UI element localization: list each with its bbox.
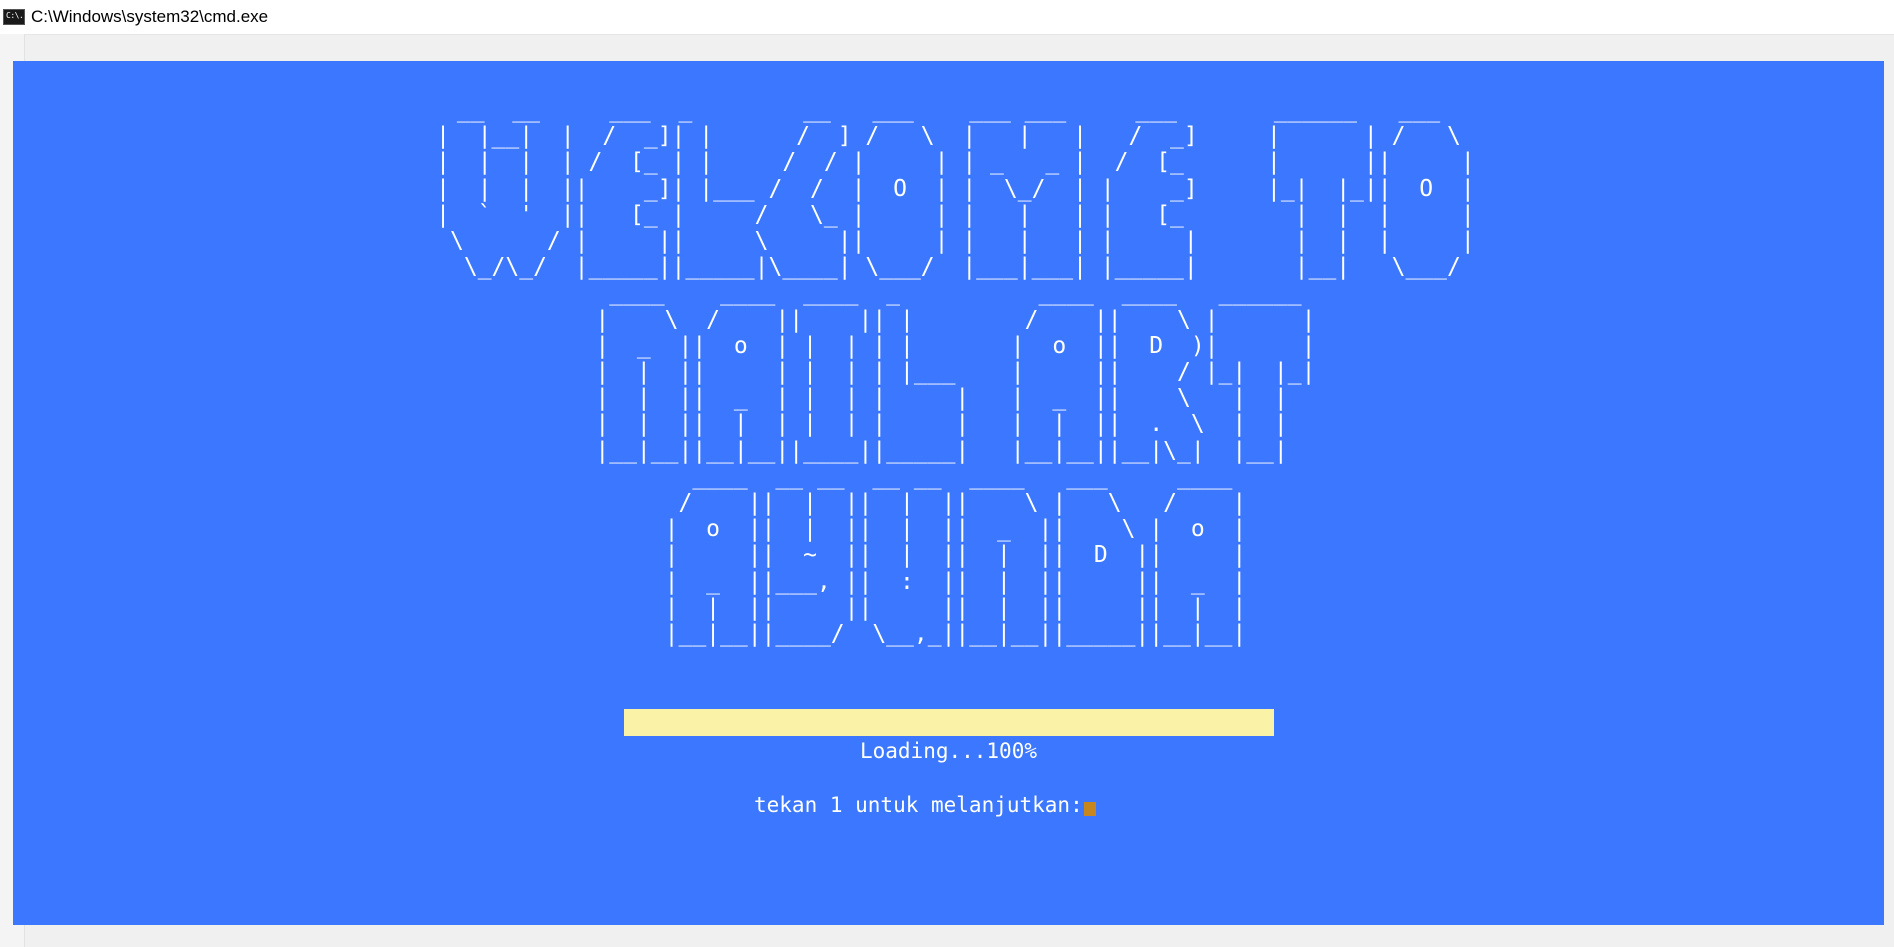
- continue-prompt[interactable]: tekan 1 untuk melanjutkan:: [754, 791, 1096, 819]
- loading-progress-fill: [624, 709, 1274, 736]
- title-bar[interactable]: C:\. C:\Windows\system32\cmd.exe: [0, 0, 1894, 35]
- loading-status-text: Loading...100%: [859, 739, 1037, 763]
- ascii-banner: __ __ ___ _ __ ___ ___ ___ ___ ______ __…: [13, 97, 1884, 647]
- window-title: C:\Windows\system32\cmd.exe: [31, 7, 269, 26]
- ascii-banner-text: __ __ ___ _ __ ___ ___ ___ ___ ______ __…: [436, 97, 1475, 648]
- continue-prompt-text: tekan 1 untuk melanjutkan:: [754, 793, 1083, 817]
- cmd-app-icon-label: C:\.: [6, 11, 24, 20]
- cmd-app-icon[interactable]: C:\.: [3, 9, 25, 25]
- cmd-window: C:\. C:\Windows\system32\cmd.exe __ __ _…: [0, 0, 1894, 947]
- loading-progress-bar: [624, 709, 1274, 736]
- text-cursor: [1083, 802, 1096, 816]
- console-area[interactable]: __ __ ___ _ __ ___ ___ ___ ___ ______ __…: [13, 61, 1884, 925]
